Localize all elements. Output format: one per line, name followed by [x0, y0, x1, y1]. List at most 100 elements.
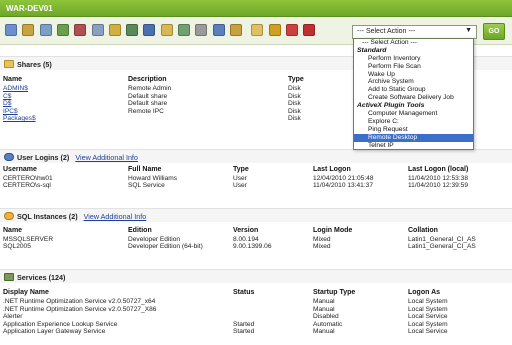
dropdown-option[interactable]: --- Select Action --- [354, 39, 473, 47]
dropdown-option[interactable]: Archive System [354, 78, 473, 86]
dropdown-option[interactable]: Perform File Scan [354, 63, 473, 71]
shares-cell: Disk [288, 85, 301, 92]
dropdown-option[interactable]: Explore C: [354, 118, 473, 126]
action-dropdown-menu: --- Select Action --- Standard Perform Inv… [353, 38, 474, 151]
shield-icon[interactable] [268, 24, 281, 36]
user-logins-cell: 11/04/2010 13:41:37 [313, 182, 374, 190]
logins-col-fullname: Full Name [128, 166, 162, 173]
shares-col-name: Name [3, 76, 23, 83]
dropdown-option[interactable]: Create Software Delivery Job [354, 94, 473, 102]
user-logins-count: User Logins (2) [17, 153, 70, 162]
services-cell: Automatic [313, 320, 343, 328]
shares-cell[interactable]: C$ [3, 93, 11, 100]
services-cell: Manual [313, 298, 335, 305]
user-icon[interactable] [91, 24, 104, 36]
user-logins-cell: User [233, 175, 247, 182]
settings-icon[interactable] [22, 24, 35, 36]
folder-icon [4, 60, 14, 68]
shares-cell[interactable]: IPC$ [3, 108, 18, 115]
group-icon[interactable] [108, 24, 121, 36]
report-icon[interactable] [285, 24, 298, 36]
dropdown-option[interactable]: Perform Inventory [354, 55, 473, 63]
monitor-icon[interactable] [143, 24, 156, 36]
sql-instances-cell: Mixed [313, 236, 331, 243]
user-logins-additional-info-link[interactable]: View Additional Info [75, 153, 138, 162]
user-logins-cell: CERTERO\s-sql [3, 182, 51, 190]
network-icon[interactable] [56, 24, 69, 36]
shares-cell: Disk [288, 115, 301, 123]
user-logins-cell: SQL Service [128, 182, 165, 190]
dropdown-option[interactable]: Computer Management [354, 110, 473, 118]
window-icon[interactable] [212, 24, 225, 36]
shares-col-description: Description [128, 76, 167, 83]
sql-instances-cell: SQL2005 [3, 243, 31, 251]
disk-icon[interactable] [195, 24, 208, 36]
services-cell: Local Service [408, 328, 448, 336]
sql-instances-cell: Latin1_General_CI_AS [408, 236, 476, 243]
shares-col-type: Type [288, 76, 304, 83]
sql-instances-cell: MSSQLSERVER [3, 236, 54, 243]
services-col-logon-as: Logon As [408, 289, 441, 296]
process-icon[interactable] [126, 24, 139, 36]
service-icon[interactable] [178, 24, 190, 36]
sql-instances-cell: Mixed [313, 243, 331, 251]
services-cell: Alerter [3, 313, 23, 321]
tools-icon[interactable] [39, 24, 52, 36]
shares-cell: Default share [128, 100, 168, 108]
chevron-down-icon: ▼ [465, 27, 472, 34]
printer-icon[interactable] [74, 24, 87, 36]
user-logins-section-header: User Logins (2) View Additional Info [0, 149, 512, 163]
user-logins-cell: 11/04/2010 12:39:59 [408, 182, 469, 190]
shares-cell[interactable]: Packages$ [3, 115, 36, 122]
logins-col-username: Username [3, 166, 37, 173]
services-icon [4, 273, 14, 281]
services-title: Services (124) [17, 273, 66, 282]
dropdown-option[interactable]: Telnet IP [354, 142, 473, 150]
services-cell: .NET Runtime Optimization Service v2.0.5… [3, 298, 156, 305]
services-cell: Local System [408, 298, 448, 305]
dropdown-group-label: Standard [357, 46, 387, 54]
user-logins-cell: 12/04/2010 21:05:48 [313, 175, 374, 182]
notes-icon[interactable] [251, 24, 264, 36]
sql-col-version: Version [233, 227, 259, 234]
server-icon[interactable] [5, 24, 17, 36]
sql-title: SQL Instances (2) View Additional Info [17, 212, 146, 221]
window-title: WAR-DEV01 [6, 4, 53, 13]
go-button[interactable]: GO [483, 23, 505, 40]
user-logins-cell: User [233, 182, 247, 190]
action-select[interactable]: --- Select Action --- ▼ [352, 25, 477, 39]
sql-instances-cell: 9.00.1399.06 [233, 243, 272, 251]
dropdown-option[interactable]: Remote Desktop [354, 133, 473, 142]
folder-icon[interactable] [160, 24, 173, 36]
shares-title: Shares (5) [17, 60, 52, 69]
services-col-status: Status [233, 289, 255, 296]
sql-instances-cell: Latin1_General_CI_AS [408, 243, 476, 251]
services-col-display-name: Display Name [3, 289, 49, 296]
shares-cell: Remote IPC [128, 107, 164, 115]
services-col-startup-type: Startup Type [313, 289, 356, 296]
logins-col-type: Type [233, 166, 249, 173]
sql-instances-cell: Developer Edition [128, 236, 181, 243]
users-icon [4, 153, 14, 161]
services-section-header: Services (124) [0, 269, 512, 283]
sql-col-login-mode: Login Mode [313, 227, 353, 234]
shares-cell[interactable]: D$ [3, 100, 11, 107]
services-cell: Application Layer Gateway Service [3, 328, 106, 336]
services-cell: Manual [313, 305, 335, 313]
shares-cell: Disk [288, 92, 301, 100]
dropdown-option[interactable]: Ping Request [354, 126, 473, 134]
services-cell: Local Service [408, 313, 448, 321]
shares-cell: Disk [288, 107, 301, 115]
dropdown-option[interactable]: Wake Up [354, 71, 473, 79]
sql-additional-info-link[interactable]: View Additional Info [84, 212, 147, 221]
logins-col-last-logon: Last Logon [313, 166, 351, 173]
services-cell: .NET Runtime Optimization Service v2.0.5… [3, 305, 157, 313]
user-logins-cell: Howard Williams [128, 175, 178, 182]
dropdown-option[interactable]: Add to Static Group [354, 86, 473, 94]
shares-cell[interactable]: ADMIN$ [3, 85, 28, 92]
services-cell: Local System [408, 320, 448, 328]
pdf-icon[interactable] [303, 24, 316, 36]
dropdown-group-label: ActiveX Plugin Tools [357, 102, 425, 110]
script-icon[interactable] [229, 24, 242, 36]
services-cell: Manual [313, 328, 335, 336]
